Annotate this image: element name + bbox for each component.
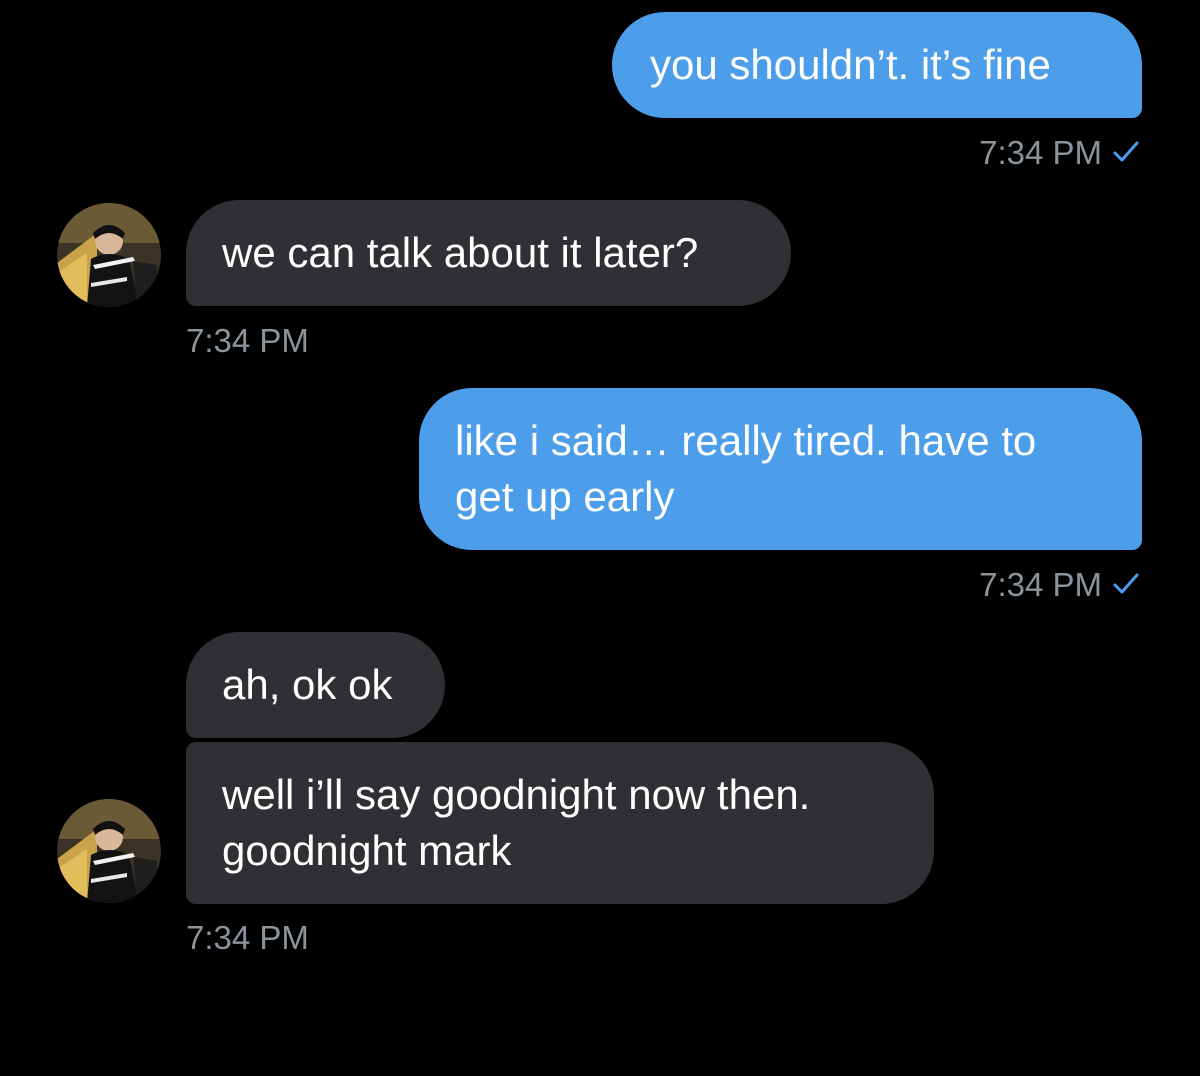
user-avatar-icon [57, 799, 161, 903]
outgoing-message-bubble[interactable]: you shouldn’t. it’s fine [612, 12, 1142, 118]
incoming-message-bubble[interactable]: we can talk about it later? [186, 200, 791, 306]
check-icon [1113, 141, 1139, 162]
message-timestamp: 7:34 PM [979, 133, 1140, 173]
timestamp-text: 7:34 PM [979, 134, 1102, 171]
user-avatar-icon [57, 203, 161, 307]
message-timestamp: 7:34 PM [186, 919, 309, 956]
dm-conversation: you shouldn’t. it’s fine 7:34 PM we can … [0, 0, 1200, 1076]
timestamp-text: 7:34 PM [979, 566, 1102, 603]
outgoing-message-bubble[interactable]: like i said… really tired. have to get u… [419, 388, 1142, 550]
check-icon [1113, 573, 1139, 594]
message-timestamp: 7:34 PM [979, 565, 1140, 605]
incoming-message-bubble[interactable]: well i’ll say goodnight now then. goodni… [186, 742, 934, 904]
incoming-message-bubble[interactable]: ah, ok ok [186, 632, 445, 738]
avatar[interactable] [57, 799, 161, 903]
message-timestamp: 7:34 PM [186, 322, 309, 359]
avatar[interactable] [57, 203, 161, 307]
